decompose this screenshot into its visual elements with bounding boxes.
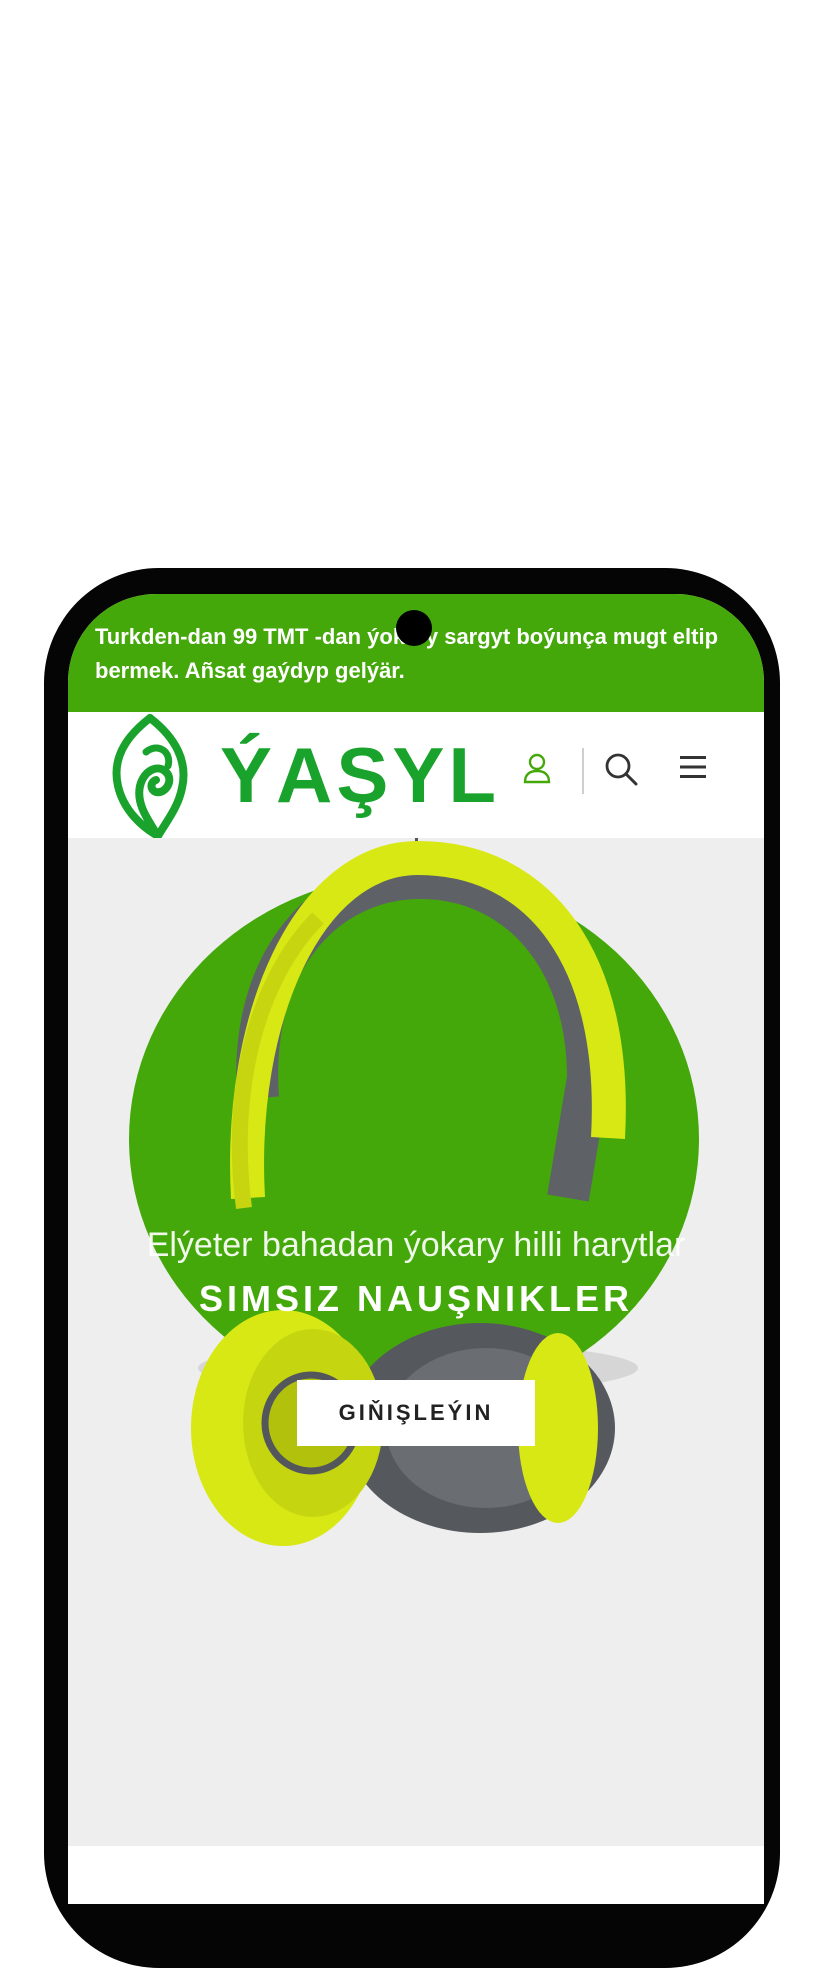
- slider-dot-active[interactable]: [389, 1858, 407, 1876]
- phone-screen: Turkden-dan 99 TMT -dan ýokary sargyt bo…: [68, 594, 764, 1904]
- brand-logo-text[interactable]: ÝAŞYL: [220, 730, 500, 820]
- hero-title: SIMSIZ NAUŞNIKLER: [198, 1278, 633, 1319]
- header-divider: [582, 748, 584, 794]
- search-icon[interactable]: [604, 752, 638, 786]
- more-info-button[interactable]: GIŇIŞLEÝIN: [297, 1380, 535, 1446]
- slider-dot[interactable]: [421, 1858, 439, 1876]
- hero-subtitle: Elýeter bahadan ýokary hilli harytlar: [146, 1226, 686, 1264]
- user-icon[interactable]: [522, 752, 552, 784]
- leaf-logo-icon[interactable]: [106, 712, 192, 838]
- camera-notch: [396, 610, 432, 646]
- site-header: ÝAŞYL: [68, 712, 764, 838]
- menu-icon[interactable]: [678, 754, 708, 780]
- hero-slider[interactable]: b Elýeter bahadan ýokary hilli harytlar …: [68, 838, 764, 1876]
